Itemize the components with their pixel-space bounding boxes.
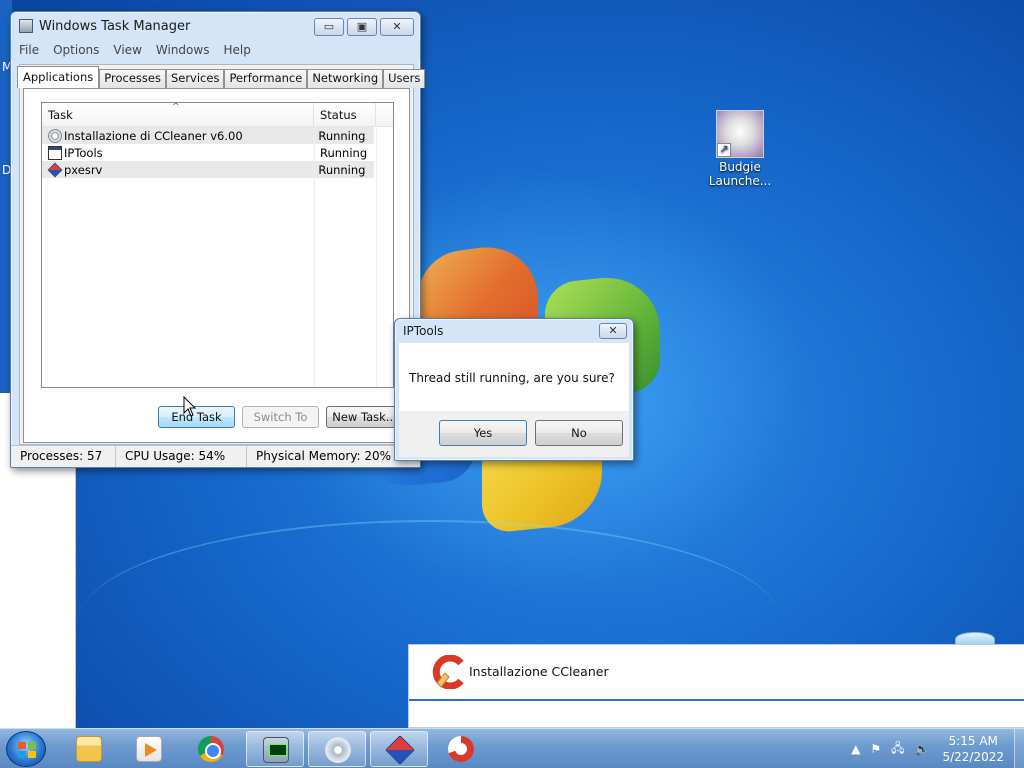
taskbar-ccleaner-setup[interactable]: [308, 731, 366, 767]
menu-bar: File Options View Windows Help: [11, 40, 420, 60]
minimize-button[interactable]: ▭: [314, 18, 344, 36]
app-window-icon: [48, 145, 62, 160]
start-button[interactable]: [6, 731, 46, 767]
sort-ascending-icon: ^: [172, 102, 180, 112]
setup-disc-icon: [325, 737, 351, 763]
taskbar: ▲ ⚑ 🖧 🔈 5:15 AM 5/22/2022: [0, 728, 1024, 768]
ccleaner-installer-window: Installazione CCleaner: [408, 644, 1024, 728]
column-task[interactable]: ^ Task: [42, 102, 314, 126]
table-row[interactable]: Installazione di CCleaner v6.00 Running: [42, 127, 374, 144]
iptools-dialog: IPTools ✕ Thread still running, are you …: [394, 318, 634, 461]
taskbar-pxesrv[interactable]: [370, 731, 428, 767]
show-hidden-icons-icon[interactable]: ▲: [851, 742, 860, 756]
status-bar: Processes: 57 CPU Usage: 54% Physical Me…: [11, 445, 420, 467]
tab-performance[interactable]: Performance: [224, 69, 308, 88]
menu-options[interactable]: Options: [53, 43, 99, 57]
system-tray: ▲ ⚑ 🖧 🔈 5:15 AM 5/22/2022: [846, 729, 1024, 768]
mouse-cursor-icon: [183, 396, 197, 417]
dialog-content: Thread still running, are you sure?: [399, 343, 629, 411]
clock[interactable]: 5:15 AM 5/22/2022: [942, 733, 1004, 765]
menu-view[interactable]: View: [113, 43, 141, 57]
table-row[interactable]: pxesrv Running: [42, 161, 374, 178]
desktop-icon-label: Budgie: [719, 160, 761, 174]
no-button[interactable]: No: [535, 420, 623, 446]
media-player-icon: [136, 736, 162, 762]
task-manager-window: Windows Task Manager ▭ ▣ ✕ File Options …: [10, 11, 426, 468]
show-desktop-button[interactable]: [1014, 729, 1024, 768]
folder-icon: [76, 736, 102, 762]
column-divider: [376, 127, 377, 387]
clock-time: 5:15 AM: [948, 734, 998, 748]
desktop-icon-budgie-launcher[interactable]: ↗ Budgie Launche...: [700, 110, 780, 188]
status-cpu-usage: CPU Usage: 54%: [116, 446, 247, 467]
cube-icon: [47, 162, 63, 177]
task-status: Running: [320, 145, 368, 160]
tab-strip: Applications Processes Services Performa…: [17, 66, 426, 88]
dialog-title: IPTools: [403, 324, 444, 338]
close-button[interactable]: ✕: [380, 18, 414, 36]
window-title: Windows Task Manager: [39, 18, 191, 34]
applications-panel: ^ Task Status Installazione di CCleaner …: [23, 88, 410, 443]
task-status: Running: [318, 128, 366, 143]
title-bar[interactable]: Windows Task Manager ▭ ▣ ✕: [11, 12, 420, 40]
shortcut-arrow-icon: ↗: [717, 143, 731, 157]
table-row[interactable]: IPTools Running: [42, 144, 393, 161]
task-status: Running: [318, 162, 366, 177]
task-name: Installazione di CCleaner v6.00: [64, 128, 243, 143]
status-processes: Processes: 57: [11, 446, 116, 467]
desktop-icon-label: Launche...: [708, 174, 772, 188]
tab-networking[interactable]: Networking: [307, 69, 384, 88]
taskbar-explorer[interactable]: [60, 731, 118, 767]
tab-processes[interactable]: Processes: [99, 69, 166, 88]
tab-services[interactable]: Services: [165, 69, 225, 88]
taskbar-chrome[interactable]: [182, 731, 240, 767]
chrome-icon: [198, 736, 224, 762]
list-header: ^ Task Status: [42, 102, 393, 127]
network-icon[interactable]: 🖧: [891, 739, 904, 760]
task-list[interactable]: ^ Task Status Installazione di CCleaner …: [41, 102, 394, 388]
menu-file[interactable]: File: [19, 43, 39, 57]
menu-help[interactable]: Help: [223, 43, 250, 57]
new-task-button[interactable]: New Task...: [326, 406, 403, 428]
tab-users[interactable]: Users: [383, 69, 426, 88]
yes-button[interactable]: Yes: [439, 420, 527, 446]
setup-disc-icon: [48, 128, 62, 143]
column-status[interactable]: Status: [314, 103, 376, 126]
ccleaner-icon: [448, 736, 474, 762]
windows-logo-icon: [18, 742, 36, 758]
installer-title: Installazione CCleaner: [469, 664, 609, 679]
ccleaner-logo-icon: [432, 655, 464, 689]
task-name: pxesrv: [64, 162, 103, 177]
volume-icon[interactable]: 🔈: [915, 742, 930, 756]
installer-divider: [409, 699, 1024, 701]
maximize-button[interactable]: ▣: [347, 18, 377, 36]
budgie-launcher-icon: ↗: [716, 110, 764, 158]
column-task-label: Task: [48, 108, 73, 122]
task-manager-icon: [19, 19, 33, 33]
action-center-flag-icon[interactable]: ⚑: [870, 742, 881, 756]
dialog-title-bar[interactable]: IPTools ✕: [395, 319, 633, 343]
taskbar-media-player[interactable]: [120, 731, 178, 767]
taskbar-task-manager[interactable]: [246, 731, 304, 767]
dialog-message: Thread still running, are you sure?: [409, 371, 615, 385]
task-manager-icon: [263, 737, 289, 763]
tab-applications[interactable]: Applications: [17, 66, 100, 88]
menu-windows[interactable]: Windows: [156, 43, 210, 57]
switch-to-button[interactable]: Switch To: [242, 406, 319, 428]
taskbar-ccleaner[interactable]: [432, 731, 490, 767]
column-divider: [314, 127, 315, 387]
dialog-close-button[interactable]: ✕: [599, 323, 627, 339]
cube-icon: [385, 735, 415, 765]
clock-date: 5/22/2022: [942, 750, 1004, 764]
task-name: IPTools: [64, 145, 103, 160]
